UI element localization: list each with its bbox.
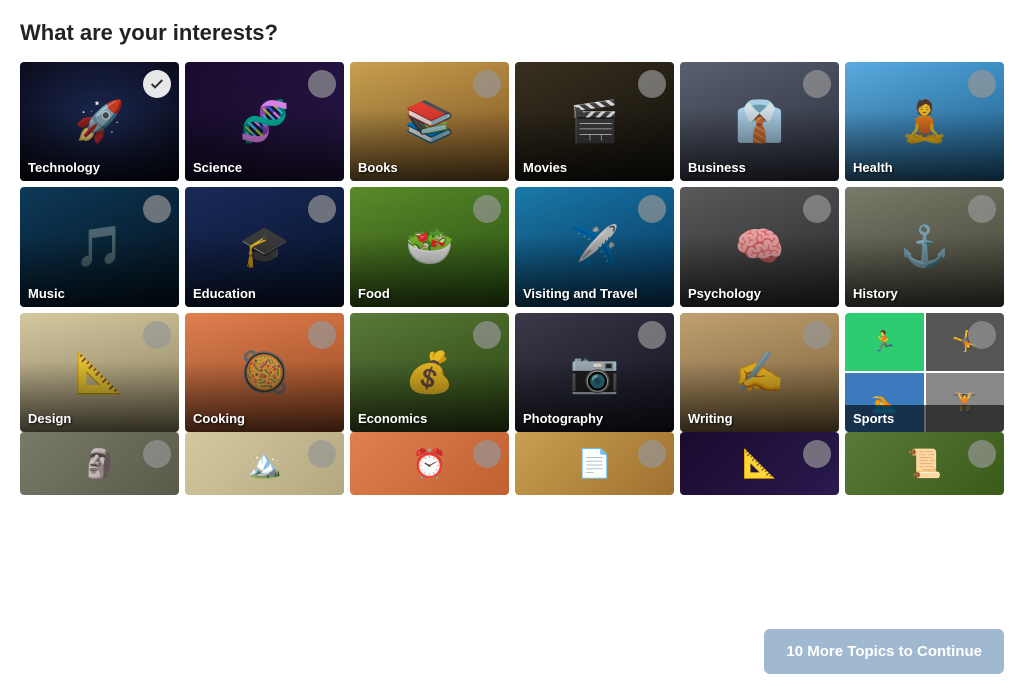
tile-movies[interactable]: 🎬Movies [515,62,674,181]
tile-check-bottom-bottom1 [143,440,171,468]
tile-design[interactable]: 📐Design [20,313,179,432]
tile-bottom-bottom3[interactable]: ⏰ [350,432,509,496]
tile-check-visiting [638,195,666,223]
tile-label-visiting: Visiting and Travel [515,280,646,307]
tile-check-economics [473,321,501,349]
tile-label-economics: Economics [350,405,435,432]
tile-bottom-bottom1[interactable]: 🗿 [20,432,179,496]
tile-history[interactable]: ⚓History [845,187,1004,306]
interests-grid: 🚀Technology🧬Science📚Books🎬Movies👔Busines… [20,62,1004,432]
tile-visiting[interactable]: ✈️Visiting and Travel [515,187,674,306]
tile-food[interactable]: 🥗Food [350,187,509,306]
tile-writing[interactable]: ✍️Writing [680,313,839,432]
tile-label-history: History [845,280,906,307]
continue-button[interactable]: 10 More Topics to Continue [764,629,1004,674]
tile-check-bottom-bottom6 [968,440,996,468]
tile-business[interactable]: 👔Business [680,62,839,181]
tile-check-business [803,70,831,98]
tile-check-education [308,195,336,223]
tile-technology[interactable]: 🚀Technology [20,62,179,181]
tile-check-psychology [803,195,831,223]
tile-check-bottom-bottom4 [638,440,666,468]
tile-check-music [143,195,171,223]
tile-label-technology: Technology [20,154,108,181]
tile-check-photography [638,321,666,349]
tile-label-movies: Movies [515,154,575,181]
tile-photography[interactable]: 📷Photography [515,313,674,432]
tile-label-design: Design [20,405,79,432]
page-title: What are your interests? [20,20,1004,46]
tile-music[interactable]: 🎵Music [20,187,179,306]
tile-books[interactable]: 📚Books [350,62,509,181]
tile-label-health: Health [845,154,901,181]
tile-check-bottom-bottom5 [803,440,831,468]
tile-health[interactable]: 🧘Health [845,62,1004,181]
tile-label-books: Books [350,154,406,181]
tile-economics[interactable]: 💰Economics [350,313,509,432]
tile-check-cooking [308,321,336,349]
tile-check-food [473,195,501,223]
tile-check-sports [968,321,996,349]
tile-label-music: Music [20,280,73,307]
tile-check-writing [803,321,831,349]
tile-check-science [308,70,336,98]
tile-check-movies [638,70,666,98]
tile-label-business: Business [680,154,754,181]
tile-label-science: Science [185,154,250,181]
tile-check-books [473,70,501,98]
tile-check-bottom-bottom3 [473,440,501,468]
tile-label-writing: Writing [680,405,741,432]
tile-label-sports: Sports [845,405,1004,432]
tile-bottom-bottom6[interactable]: 📜 [845,432,1004,496]
tile-bottom-bottom4[interactable]: 📄 [515,432,674,496]
tile-cooking[interactable]: 🥘Cooking [185,313,344,432]
tile-label-photography: Photography [515,405,611,432]
tile-psychology[interactable]: 🧠Psychology [680,187,839,306]
tile-check-technology [143,70,171,98]
tile-label-food: Food [350,280,398,307]
sports-q1: 🏃 [845,313,924,372]
tile-label-education: Education [185,280,264,307]
tile-check-health [968,70,996,98]
tile-label-cooking: Cooking [185,405,253,432]
tile-check-bottom-bottom2 [308,440,336,468]
tile-bottom-bottom5[interactable]: 📐 [680,432,839,496]
tile-label-psychology: Psychology [680,280,769,307]
tile-sports[interactable]: 🏃 🤸 🏊 🏋️ Sports [845,313,1004,432]
tile-science[interactable]: 🧬Science [185,62,344,181]
tile-education[interactable]: 🎓Education [185,187,344,306]
tile-bottom-bottom2[interactable]: 🏔️ [185,432,344,496]
bottom-row: 🗿🏔️⏰📄📐📜 [20,432,1004,496]
tile-check-design [143,321,171,349]
tile-check-history [968,195,996,223]
